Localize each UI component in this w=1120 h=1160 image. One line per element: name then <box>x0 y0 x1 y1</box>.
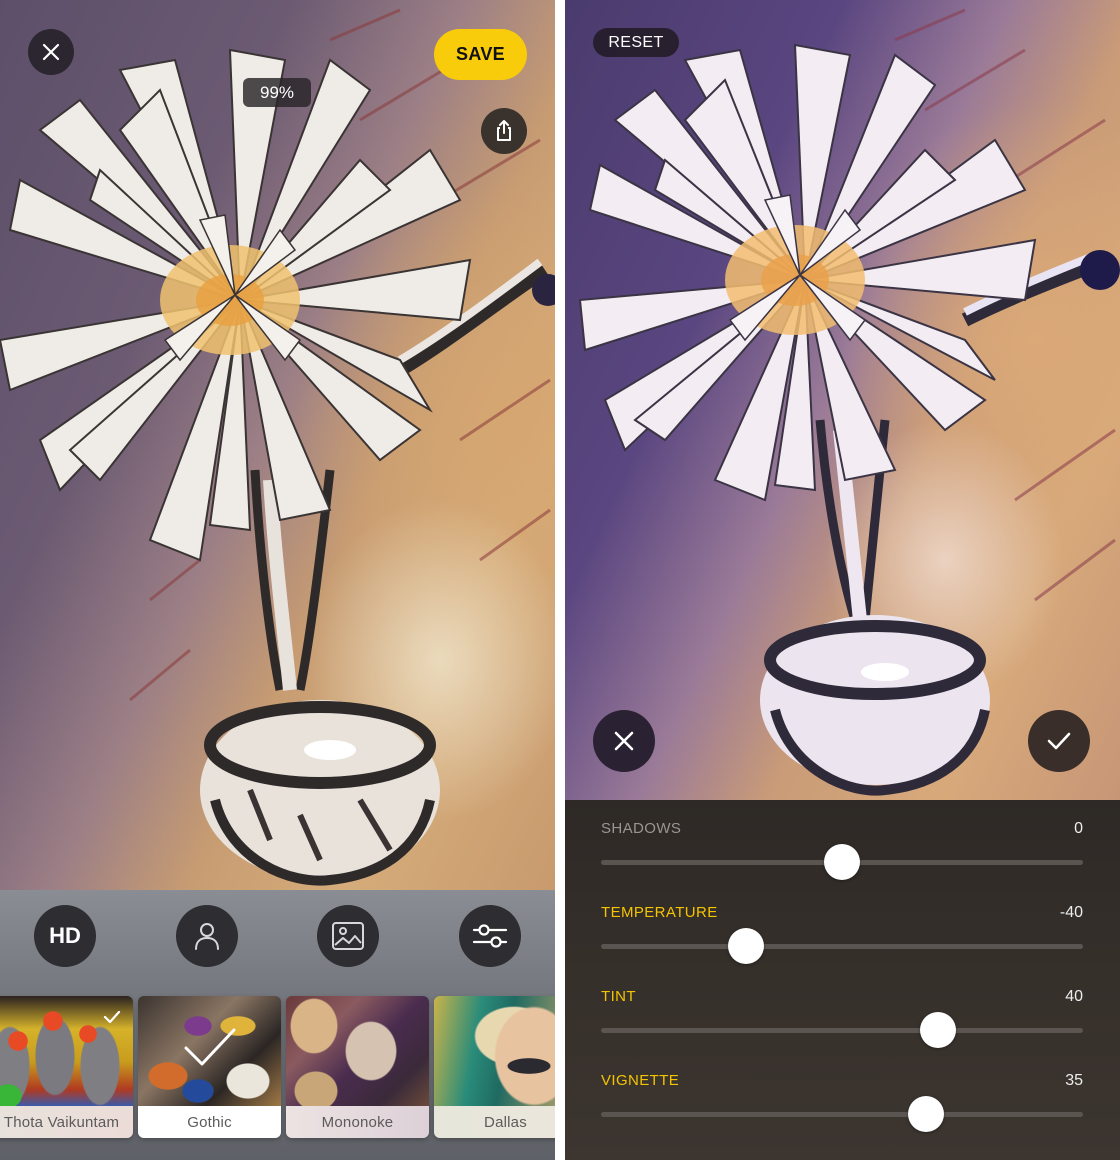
selected-check-icon <box>184 1028 236 1066</box>
adjustment-value: 0 <box>1074 820 1083 837</box>
adjustment-shadows: SHADOWS 0 <box>601 800 1083 880</box>
share-button[interactable] <box>481 108 527 154</box>
sliders-icon <box>472 924 508 948</box>
filter-thumbnail <box>434 996 555 1106</box>
filter-carousel[interactable]: Thota Vaikuntam Gothic Mononoke Dallas <box>0 996 555 1138</box>
adjustment-label: VIGNETTE <box>601 1072 680 1089</box>
save-button[interactable]: SAVE <box>434 29 527 80</box>
person-icon <box>195 923 219 950</box>
adjustment-vignette: VIGNETTE 35 <box>601 1052 1083 1132</box>
cancel-adjustments-button[interactable] <box>593 710 655 772</box>
share-icon <box>497 120 511 141</box>
adjustment-temperature: TEMPERATURE -40 <box>601 884 1083 964</box>
slider-thumb[interactable] <box>727 928 764 964</box>
filter-card-mononoke[interactable]: Mononoke <box>286 996 429 1138</box>
flower-painting <box>0 8 555 886</box>
tool-panel: HD Thota Vaikuntam Gothic Mononoke Dalla… <box>0 890 555 1160</box>
hd-label: HD <box>49 923 81 948</box>
slider-thumb[interactable] <box>920 1012 957 1048</box>
close-button[interactable] <box>28 29 74 75</box>
filter-thumbnail <box>286 996 429 1106</box>
filter-card-thota-vaikuntam[interactable]: Thota Vaikuntam <box>0 996 133 1138</box>
close-icon <box>42 43 60 61</box>
apply-adjustments-button[interactable] <box>1028 710 1090 772</box>
adjustment-label: TEMPERATURE <box>601 904 718 921</box>
stylized-photo-canvas[interactable] <box>0 0 555 890</box>
image-icon <box>332 922 364 950</box>
downloaded-check-icon <box>103 1010 121 1024</box>
adjustment-label: TINT <box>601 988 636 1005</box>
render-progress-badge: 99% <box>243 78 311 107</box>
filter-name: Thota Vaikuntam <box>0 1106 133 1138</box>
slider-track[interactable] <box>601 1112 1083 1117</box>
filter-name: Mononoke <box>286 1106 429 1138</box>
slider-track[interactable] <box>601 1028 1083 1033</box>
adjustments-screen: RESET SHADOWS 0 TEMPERATURE -40 TINT 40 <box>565 0 1120 1160</box>
background-button[interactable] <box>317 905 379 967</box>
adjustment-tint: TINT 40 <box>601 968 1083 1048</box>
adjustment-value: -40 <box>1059 904 1083 921</box>
reset-button[interactable]: RESET <box>593 28 679 57</box>
hd-button[interactable]: HD <box>34 905 96 967</box>
adjustment-value: 35 <box>1065 1072 1083 1089</box>
slider-track[interactable] <box>601 944 1083 949</box>
stylized-photo-preview <box>565 0 1120 800</box>
close-icon <box>614 731 634 751</box>
filter-name: Dallas <box>434 1106 555 1138</box>
slider-thumb[interactable] <box>824 844 860 880</box>
adjustments-panel: SHADOWS 0 TEMPERATURE -40 TINT 40 VIGNET… <box>565 800 1120 1160</box>
editor-screen: 99% SAVE HD Thota Vaikuntam Gothic Monon… <box>0 0 555 1160</box>
filter-card-gothic[interactable]: Gothic <box>138 996 281 1138</box>
adjustment-label: SHADOWS <box>601 820 682 837</box>
checkmark-icon <box>1047 732 1071 750</box>
flower-painting <box>578 8 1120 796</box>
portrait-button[interactable] <box>176 905 238 967</box>
adjustment-value: 40 <box>1065 988 1083 1005</box>
filter-name: Gothic <box>138 1106 281 1138</box>
filter-card-dallas[interactable]: Dallas <box>434 996 555 1138</box>
slider-thumb[interactable] <box>908 1096 945 1132</box>
adjust-button[interactable] <box>459 905 521 967</box>
